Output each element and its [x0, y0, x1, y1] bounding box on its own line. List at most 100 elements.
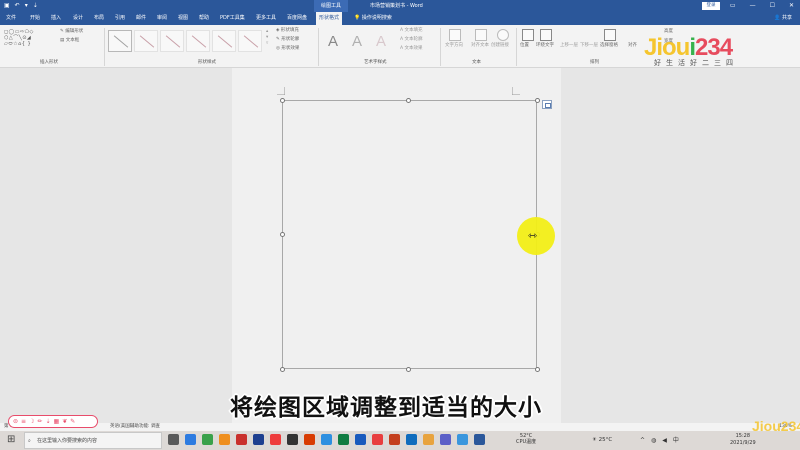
shape-style-swatch[interactable] [186, 30, 210, 52]
resize-handle-bottom[interactable] [406, 367, 411, 372]
shape-fill-button[interactable]: ◈ 形状填充 [276, 28, 299, 34]
wrap-text-button[interactable]: 环绕文字 [536, 43, 554, 49]
wordart-style-plain[interactable]: A [328, 33, 338, 50]
windows-start-icon[interactable]: ⊞ [7, 435, 15, 445]
tab-more-tools[interactable]: 更多工具 [256, 12, 276, 25]
resize-handle-bottom-left[interactable] [280, 367, 285, 372]
tab-layout[interactable]: 布局 [94, 12, 104, 25]
taskbar-app-icon[interactable] [287, 434, 298, 445]
taskbar-app-icon[interactable] [406, 434, 417, 445]
wordart-style-pale[interactable]: A [376, 33, 386, 50]
undo-icon[interactable]: ↶ [15, 2, 20, 10]
resize-handle-left[interactable] [280, 232, 285, 237]
tab-help[interactable]: 帮助 [199, 12, 209, 25]
taskbar-app-icon[interactable] [457, 434, 468, 445]
taskbar-app-icon[interactable] [389, 434, 400, 445]
customize-qat-icon[interactable]: ⇣ [33, 2, 38, 10]
shape-style-swatch[interactable] [238, 30, 262, 52]
tell-me-search[interactable]: 💡 操作说明搜索 [354, 12, 392, 25]
text-box-button[interactable]: ▤ 文本框 [60, 38, 79, 44]
weather-widget[interactable]: ☀ 25°C [592, 431, 612, 450]
moon-icon[interactable]: ☽ [29, 418, 34, 425]
text-outline-button[interactable]: A 文本轮廓 [400, 37, 423, 43]
tab-baidu-netdisk[interactable]: 百度网盘 [287, 12, 307, 25]
tab-shape-format[interactable]: 形状格式 [316, 12, 343, 25]
dropdown-icon[interactable]: ▾ [25, 2, 28, 10]
taskbar-app-icon[interactable] [338, 434, 349, 445]
resize-handle-top-left[interactable] [280, 98, 285, 103]
volume-icon[interactable]: ◀ [662, 431, 667, 450]
selection-pane-button[interactable]: 选择窗格 [600, 43, 618, 49]
shape-effect-button[interactable]: ◎ 形状效果 [276, 46, 299, 52]
shape-style-swatch[interactable] [134, 30, 158, 52]
gallery-scroll-icon[interactable]: ▴ ▾ ▿ [266, 29, 268, 47]
ime-icon[interactable]: 中 [673, 431, 679, 450]
tab-mailings[interactable]: 邮件 [136, 12, 146, 25]
tab-design[interactable]: 设计 [73, 12, 83, 25]
text-effect-button[interactable]: A 文本效果 [400, 46, 423, 52]
download-icon[interactable]: ⇣ [45, 418, 50, 425]
taskbar-app-icon[interactable] [185, 434, 196, 445]
tab-references[interactable]: 引用 [115, 12, 125, 25]
create-link-button[interactable]: 创建链接 [491, 43, 509, 49]
tab-insert[interactable]: 插入 [51, 12, 61, 25]
shape-style-swatch[interactable] [212, 30, 236, 52]
taskbar-app-icon[interactable] [202, 434, 213, 445]
drawing-canvas[interactable] [282, 100, 537, 369]
align-text-button[interactable]: 对齐文本 [471, 43, 489, 49]
taskbar-app-icon[interactable] [168, 434, 179, 445]
taskbar-app-icon[interactable] [355, 434, 366, 445]
tab-view[interactable]: 视图 [178, 12, 188, 25]
menu-icon[interactable]: ≡ [21, 418, 26, 425]
edit-icon[interactable]: ✎ [70, 418, 75, 425]
cpu-temperature-widget[interactable]: 52°C CPU温度 [516, 433, 536, 445]
taskbar-app-icon[interactable] [304, 434, 315, 445]
toolbar-logo-icon[interactable]: ⊜ [13, 418, 18, 425]
layout-options-icon[interactable] [542, 100, 552, 109]
minimize-button[interactable]: — [750, 0, 756, 12]
grid-icon[interactable]: ▦ [54, 418, 60, 425]
share-button[interactable]: 👤 共享 [774, 12, 792, 25]
shape-row[interactable]: ▱⬭☆⌂{ } [4, 41, 36, 47]
taskbar-app-icon[interactable] [219, 434, 230, 445]
taskbar-app-icon[interactable] [423, 434, 434, 445]
language-indicator[interactable]: 英语(美国) [110, 423, 132, 431]
text-fill-button[interactable]: A 文本填充 [400, 28, 423, 34]
save-icon[interactable]: ▣ [4, 2, 10, 10]
shape-style-swatch[interactable] [108, 30, 132, 52]
shape-outline-button[interactable]: ✎ 形状轮廓 [276, 37, 299, 43]
resize-handle-bottom-right[interactable] [535, 367, 540, 372]
chevron-up-icon[interactable]: ^ [640, 431, 645, 450]
edit-shape-button[interactable]: ✎ 编辑形状 [60, 29, 83, 35]
tab-pdf-tools[interactable]: PDF工具集 [220, 12, 245, 25]
resize-handle-top[interactable] [406, 98, 411, 103]
ribbon-display-icon[interactable]: ▭ [730, 0, 736, 12]
shape-gallery[interactable]: ◻◯▭⇨⬠◇ ⬡△⌒╲⊙◢ ▱⬭☆⌂{ } [4, 29, 36, 47]
taskbar-app-icon[interactable] [253, 434, 264, 445]
taskbar-app-icon[interactable] [372, 434, 383, 445]
bring-forward-button[interactable]: 上移一层 [560, 43, 578, 49]
close-button[interactable]: ✕ [789, 0, 794, 12]
tab-file[interactable]: 文件 [6, 12, 16, 25]
taskbar-app-icon[interactable] [270, 434, 281, 445]
send-backward-button[interactable]: 下移一层 [580, 43, 598, 49]
resize-handle-top-right[interactable] [535, 98, 540, 103]
login-button[interactable]: 登录 [702, 2, 720, 10]
tab-review[interactable]: 审阅 [157, 12, 167, 25]
system-clock[interactable]: 15:28 2021/9/29 [730, 433, 756, 447]
position-button[interactable]: 位置 [520, 43, 529, 49]
network-icon[interactable]: ◍ [651, 431, 656, 450]
accessibility-status[interactable]: 辅助功能: 调查 [130, 423, 160, 431]
taskbar-app-icon[interactable] [440, 434, 451, 445]
taskbar-search-input[interactable]: ⌕ 在这里输入你要搜索的内容 [24, 432, 162, 449]
shape-style-swatch[interactable] [160, 30, 184, 52]
tab-home[interactable]: 开始 [30, 12, 40, 25]
wordart-style-light[interactable]: A [352, 33, 362, 50]
taskbar-app-icon[interactable] [321, 434, 332, 445]
taskbar-app-icon[interactable] [474, 434, 485, 445]
flower-icon[interactable]: ❦ [62, 418, 67, 425]
maximize-button[interactable]: ☐ [770, 0, 775, 12]
text-direction-button[interactable]: 文字方向 [445, 43, 463, 49]
pencil-icon[interactable]: ✏ [37, 418, 42, 425]
taskbar-app-icon[interactable] [236, 434, 247, 445]
